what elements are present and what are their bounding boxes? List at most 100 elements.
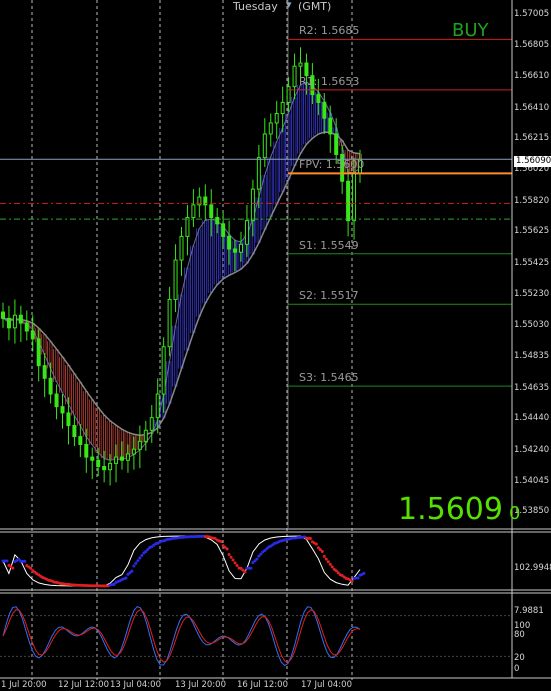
stoch-signal-dot	[324, 557, 328, 561]
stoch-signal-dot	[134, 561, 138, 565]
stoch-signal-dot	[229, 555, 233, 559]
pivot-value: 1.5465	[316, 371, 359, 385]
pivot-label-s3: S3: 1.5465	[299, 371, 359, 384]
pivot-label-s1: S1: 1.5549	[299, 239, 359, 252]
stoch-signal-dot	[132, 564, 136, 568]
candle-body	[149, 417, 154, 431]
price-tick: 1.55030	[514, 320, 550, 331]
price-main: 1.5609	[398, 492, 503, 527]
price-tick: 1.56805	[514, 40, 550, 51]
stoch-signal-dot	[322, 554, 326, 558]
timezone-label: (GMT)	[298, 0, 332, 13]
stochastic-pane	[1, 534, 366, 588]
price-tick: 1.55425	[514, 258, 550, 268]
candle-body	[96, 459, 101, 468]
candle-body	[256, 157, 261, 190]
candle-body	[286, 86, 291, 103]
candle-body	[215, 217, 220, 225]
oscillator-pane	[0, 605, 512, 667]
stoch-signal-dot	[130, 569, 134, 573]
candle-body	[280, 101, 285, 114]
candle-body	[304, 62, 309, 77]
candle-body	[179, 235, 184, 261]
pivot-label-fpv: FPV: 1.5600	[299, 158, 364, 171]
stoch-axis-top: 102.9948	[514, 563, 551, 573]
candle-body	[268, 122, 273, 135]
price-tick: 1.56215	[514, 133, 550, 144]
candle-body	[131, 448, 136, 455]
stoch-signal-dot	[235, 563, 239, 567]
stoch-signal-dot	[5, 559, 9, 563]
candle-body	[334, 133, 339, 155]
stoch-signal-dot	[138, 556, 142, 560]
candle-body	[173, 259, 178, 300]
candle-body	[114, 456, 119, 464]
stoch-signal-dot	[29, 566, 33, 570]
candle-body	[54, 393, 59, 408]
pivot-name: S1:	[299, 238, 317, 252]
stoch-signal-dot	[225, 547, 229, 551]
price-tick: 1.55625	[514, 226, 550, 237]
candle-body	[233, 248, 238, 253]
candle-body	[36, 338, 41, 367]
stoch-signal-dot	[314, 542, 318, 546]
price-tick: 1.54440	[514, 413, 550, 424]
candle-body	[346, 180, 351, 222]
candle-body	[108, 462, 113, 471]
candle-body	[78, 436, 83, 445]
current-price-box: 1.56090	[514, 156, 551, 167]
candle-body	[125, 453, 130, 461]
candle-body	[239, 243, 243, 253]
stoch-signal-dot	[308, 537, 312, 541]
osc-axis-mid: 80	[514, 630, 525, 640]
candle-body	[90, 456, 95, 461]
candle-body	[161, 346, 166, 395]
price-tick: 1.56610	[514, 71, 550, 82]
stoch-signal-dot	[140, 554, 144, 558]
pivot-value: 1.5600	[322, 158, 365, 172]
candle-body	[120, 456, 124, 461]
pivot-name: R2:	[299, 24, 318, 38]
candle-body	[316, 94, 321, 103]
price-tick: 1.54045	[514, 475, 550, 486]
pivot-value: 1.5549	[316, 238, 359, 252]
forex-chart[interactable]	[0, 0, 551, 691]
stoch-axis-bottom: 7.9881	[514, 606, 544, 616]
candle-body	[6, 317, 11, 329]
pivot-name: FPV:	[299, 158, 323, 172]
candle-body	[102, 466, 107, 471]
stoch-signal-dot	[350, 579, 354, 583]
price-tick: 1.56410	[514, 102, 550, 113]
candle-body	[262, 133, 267, 159]
candle-body	[227, 235, 232, 250]
stoch-signal-dot	[362, 571, 366, 575]
candle-body	[137, 440, 142, 450]
candle-body	[244, 220, 249, 245]
osc-axis-bottom: 0	[514, 664, 520, 674]
pivot-label-s2: S2: 1.5517	[299, 289, 359, 302]
buy-signal: BUY	[452, 20, 489, 41]
candle-body	[328, 117, 333, 135]
candle-body	[221, 223, 226, 237]
candle-body	[48, 377, 53, 395]
day-label: Tuesday	[233, 0, 278, 13]
candle-body	[72, 425, 77, 438]
candle-body	[24, 322, 29, 332]
stoch-signal-dot	[23, 559, 27, 563]
stoch-signal-dot	[330, 565, 334, 569]
pivot-label-r1: R1: 1.5653	[299, 75, 359, 88]
stoch-signal-dot	[219, 540, 223, 544]
time-tick: 13 Jul 04:00	[110, 680, 161, 690]
stoch-signal-dot	[233, 561, 237, 565]
candle-body	[292, 65, 297, 88]
moving-average-ribbon	[2, 81, 362, 461]
candle-body	[1, 311, 5, 319]
candle-body	[274, 112, 279, 124]
stoch-signal-dot	[320, 549, 324, 553]
pivot-name: R1:	[299, 74, 318, 88]
pivot-value: 1.5653	[317, 74, 360, 88]
time-tick: 13 Jul 20:00	[175, 680, 226, 690]
pivot-value: 1.5685	[317, 24, 360, 38]
price-tick: 1.57005	[514, 8, 550, 19]
candle-body	[191, 204, 196, 219]
